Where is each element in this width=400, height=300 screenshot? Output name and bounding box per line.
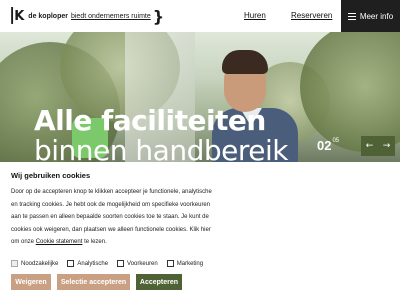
hero-title: Alle faciliteiten (34, 104, 266, 137)
prev-arrow-icon[interactable]: ← (361, 136, 378, 156)
hamburger-icon (347, 12, 356, 20)
next-arrow-icon[interactable]: → (378, 136, 395, 156)
option-label: Analytische (77, 260, 109, 267)
slide-counter: 0205 (317, 138, 339, 153)
cookie-options: Noodzakelijke Analytische Voorkeuren Mar… (11, 260, 203, 267)
checkbox-analytische[interactable] (67, 260, 75, 267)
slide-current: 02 (317, 138, 332, 153)
hero-subtitle: binnen handbereik (34, 134, 288, 162)
logo[interactable]: |K de koploper biedt ondernemers ruimte … (9, 5, 165, 26)
option-voorkeuren[interactable]: Voorkeuren (117, 260, 158, 267)
slider-controls: ← → (361, 136, 395, 156)
menu-button[interactable]: Meer info (341, 0, 400, 32)
logo-bracket-icon: } (152, 6, 165, 26)
checkbox-voorkeuren[interactable] (117, 260, 125, 267)
option-label: Marketing (176, 260, 204, 267)
option-marketing[interactable]: Marketing (166, 260, 204, 267)
logo-mark-icon: |K (9, 5, 25, 25)
option-analytische[interactable]: Analytische (67, 260, 108, 267)
checkbox-noodzakelijke (11, 260, 18, 267)
option-label: Voorkeuren (127, 260, 158, 267)
accept-selection-button[interactable]: Selectie accepteren (57, 274, 130, 290)
logo-brand: de koploper (28, 12, 68, 20)
cookie-text: Door op de accepteren knop te klikken ac… (11, 186, 216, 249)
slide-total: 05 (332, 138, 340, 144)
cookie-text-body: Door op de accepteren knop te klikken ac… (11, 189, 212, 245)
hero-image-foliage (300, 32, 400, 152)
option-noodzakelijke: Noodzakelijke (11, 260, 58, 267)
hero-banner: Alle faciliteiten binnen handbereik 0205… (0, 32, 400, 162)
cookie-title: Wij gebruiken cookies (11, 171, 91, 180)
reject-button[interactable]: Weigeren (11, 274, 51, 290)
nav-reserveren[interactable]: Reserveren (291, 11, 332, 20)
logo-tagline: biedt ondernemers ruimte (70, 12, 151, 20)
cookie-statement-link[interactable]: Cookie statement (36, 239, 83, 245)
checkbox-marketing[interactable] (166, 260, 174, 267)
site-header: |K de koploper biedt ondernemers ruimte … (0, 0, 400, 32)
option-label: Noodzakelijke (21, 260, 59, 267)
nav-huren[interactable]: Huren (244, 11, 266, 20)
menu-label: Meer info (359, 11, 394, 21)
accept-button[interactable]: Accepteren (136, 274, 182, 290)
cookie-text-end: te lezen. (84, 239, 107, 245)
